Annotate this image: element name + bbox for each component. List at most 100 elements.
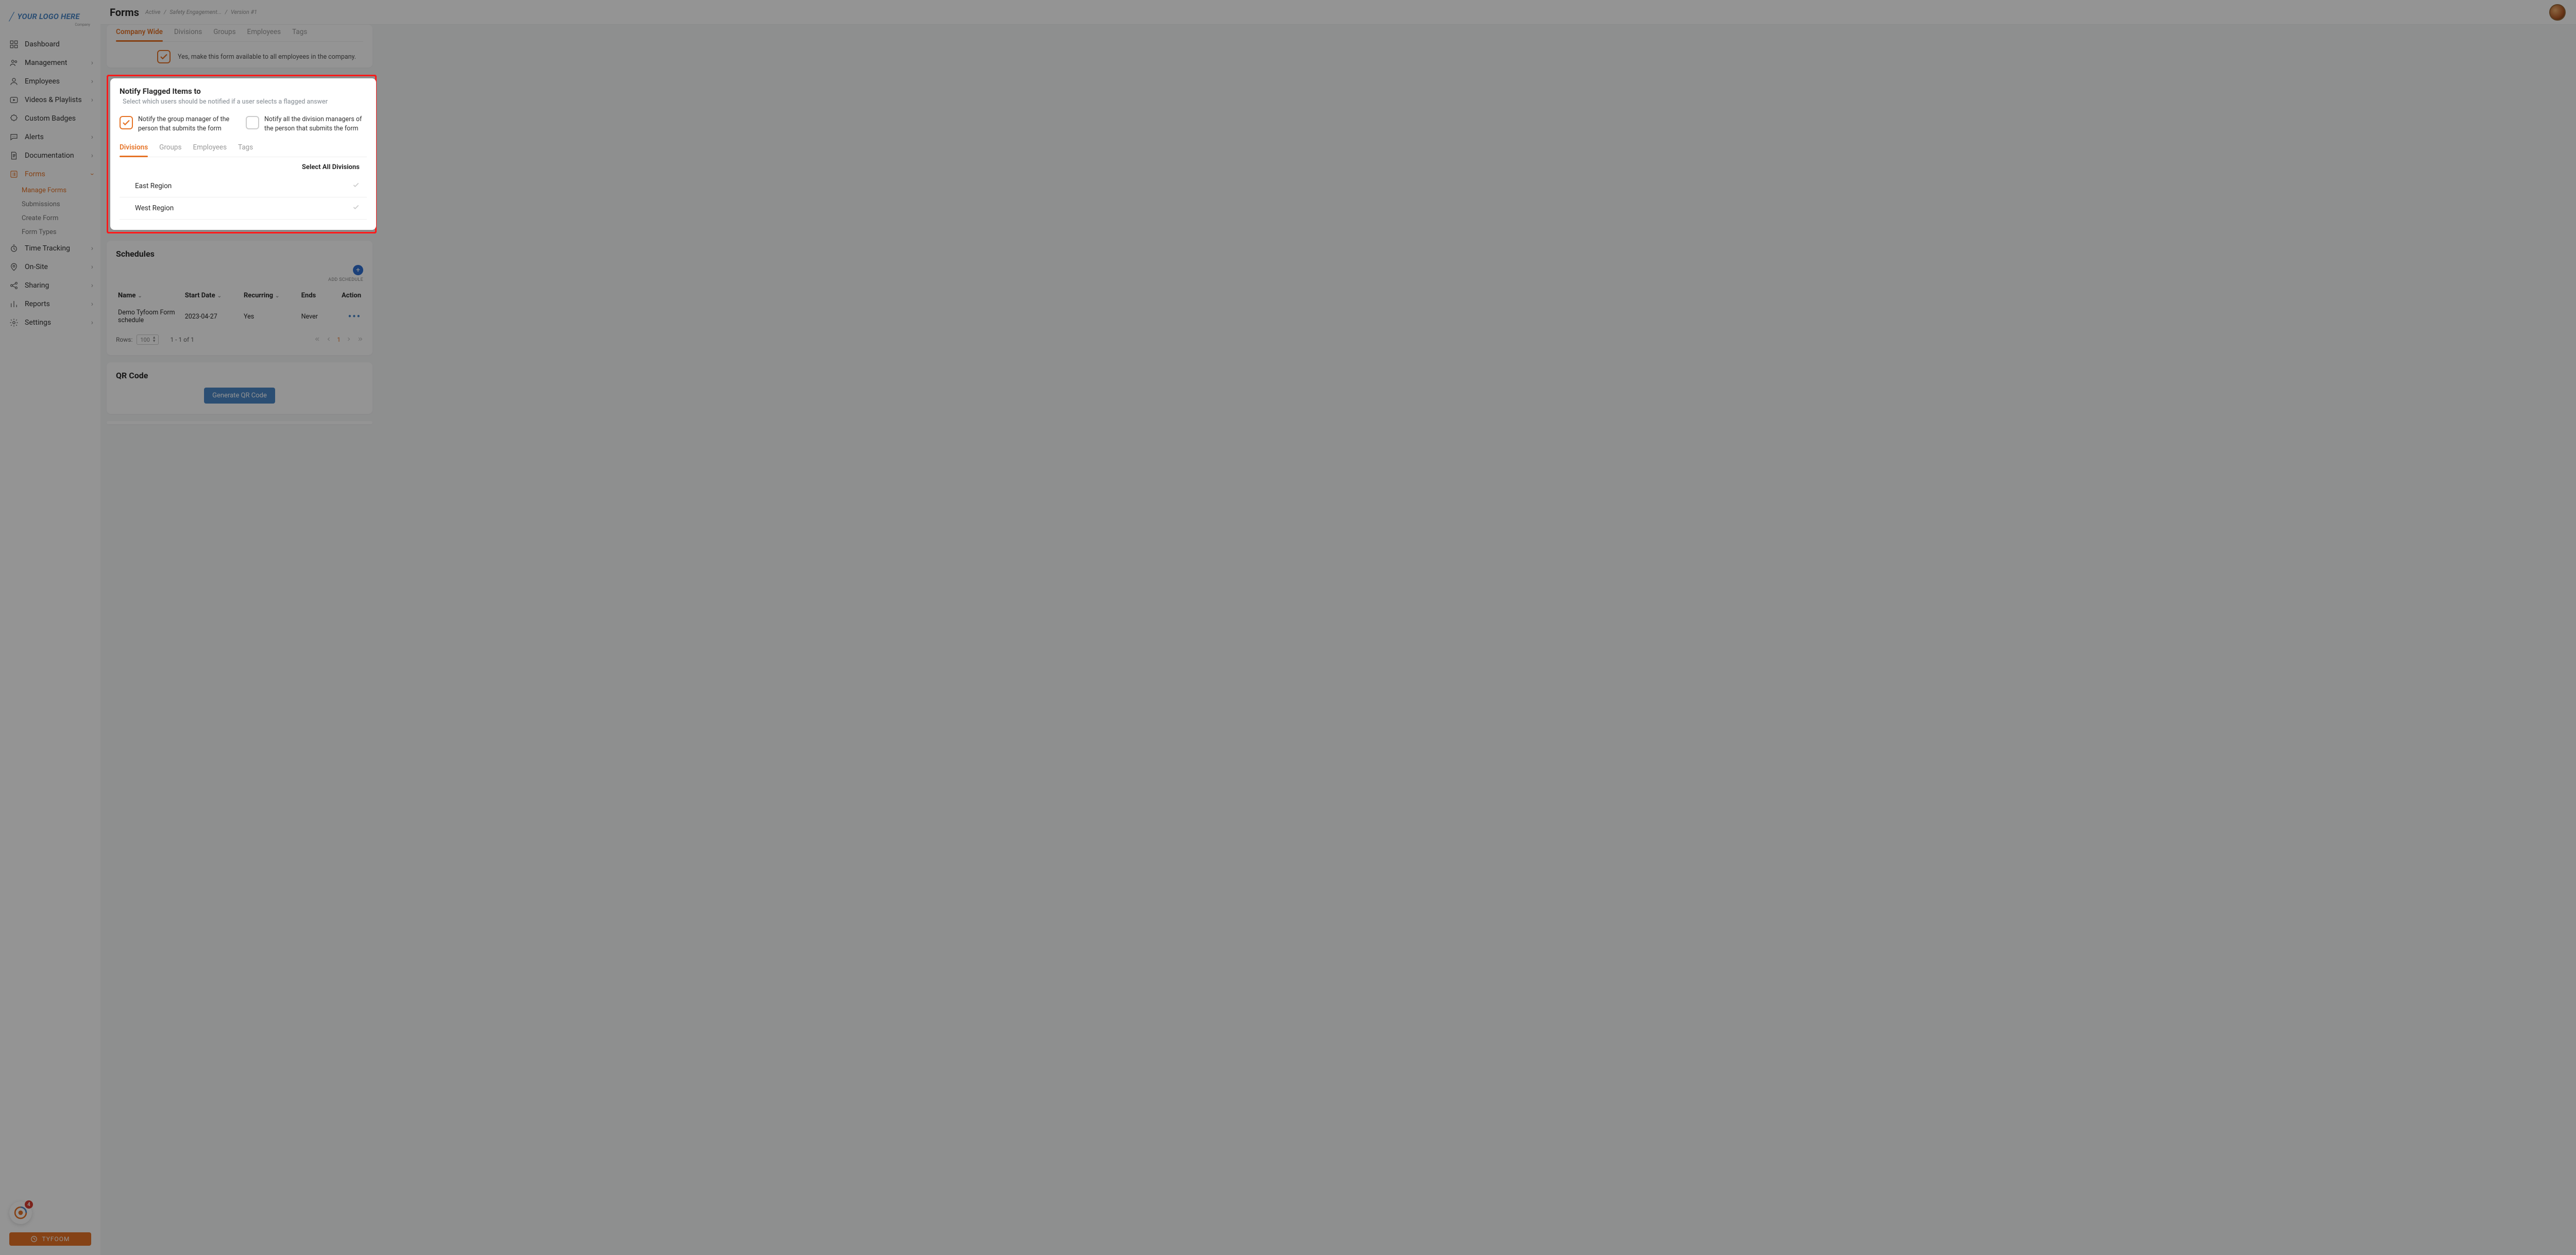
company-wide-label: Yes, make this form available to all emp… <box>178 53 356 61</box>
division-name: East Region <box>135 182 172 190</box>
availability-card: Company Wide Divisions Groups Employees … <box>107 25 372 68</box>
chevron-right-icon: › <box>91 263 93 271</box>
division-row[interactable]: East Region <box>120 175 367 197</box>
sidebar-item-label: Documentation <box>25 152 74 160</box>
chevron-right-icon: › <box>91 244 93 253</box>
sidebar-subitem-submissions[interactable]: Submissions <box>22 197 100 211</box>
chevron-right-icon: › <box>91 300 93 308</box>
sidebar-item-label: Time Tracking <box>25 244 70 253</box>
sidebar-item-label: Dashboard <box>25 40 60 48</box>
page-prev-button[interactable] <box>326 336 332 344</box>
col-ends: Ends <box>299 288 329 304</box>
sidebar-item-label: Alerts <box>25 133 44 141</box>
notify-group-manager-checkbox[interactable] <box>120 116 133 129</box>
sidebar-item-employees[interactable]: Employees › <box>0 72 100 91</box>
sidebar-item-badges[interactable]: Custom Badges <box>0 109 100 128</box>
check-icon <box>352 204 360 213</box>
sidebar-item-time-tracking[interactable]: Time Tracking › <box>0 239 100 258</box>
avatar[interactable] <box>2549 4 2566 21</box>
page-first-button[interactable] <box>314 336 320 344</box>
user-icon <box>9 77 19 86</box>
sidebar-item-label: Settings <box>25 319 51 327</box>
badge-icon <box>9 114 19 123</box>
help-bubble[interactable]: 4 <box>9 1201 32 1224</box>
forms-subnav: Manage Forms Submissions Create Form For… <box>0 183 100 239</box>
sidebar-item-label: Videos & Playlists <box>25 96 82 104</box>
qr-title: QR Code <box>116 371 363 380</box>
rows-per-page-select[interactable]: 100 ▴▾ <box>137 334 159 345</box>
sidebar-item-label: Employees <box>25 77 60 86</box>
tab-company-wide[interactable]: Company Wide <box>116 25 163 41</box>
sidebar-item-sharing[interactable]: Sharing › <box>0 276 100 295</box>
col-recurring[interactable]: Recurring⌄ <box>242 288 299 304</box>
help-badge-count: 4 <box>25 1200 33 1209</box>
sidebar-item-label: Sharing <box>25 281 49 290</box>
sidebar-item-settings[interactable]: Settings › <box>0 313 100 332</box>
logo-text: YOUR LOGO HERE <box>17 12 79 21</box>
sidebar-item-alerts[interactable]: Alerts › <box>0 128 100 146</box>
sidebar-item-reports[interactable]: Reports › <box>0 295 100 313</box>
notify-tab-tags[interactable]: Tags <box>238 140 253 157</box>
notify-tab-divisions[interactable]: Divisions <box>120 140 148 157</box>
division-row[interactable]: West Region <box>120 197 367 220</box>
notify-tabs: Divisions Groups Employees Tags <box>120 140 367 157</box>
notify-division-managers-checkbox[interactable] <box>246 116 259 129</box>
gear-icon <box>9 318 19 327</box>
availability-tabs: Company Wide Divisions Groups Employees … <box>116 25 363 42</box>
sidebar-subitem-create-form[interactable]: Create Form <box>22 211 100 225</box>
crumb-active[interactable]: Active <box>145 9 160 15</box>
notify-division-managers-label: Notify all the division managers of the … <box>264 115 367 133</box>
crumb-form-name[interactable]: Safety Engagement... <box>170 9 222 15</box>
trailing-card <box>107 421 372 424</box>
page-next-button[interactable] <box>346 336 352 344</box>
sidebar-item-management[interactable]: Management › <box>0 54 100 72</box>
sidebar-subitem-manage-forms[interactable]: Manage Forms <box>22 183 100 197</box>
generate-qr-button[interactable]: Generate QR Code <box>204 388 275 404</box>
page-current: 1 <box>337 336 341 343</box>
col-start-date[interactable]: Start Date⌄ <box>183 288 242 304</box>
chevron-down-icon: ⌄ <box>217 293 222 299</box>
notify-subtitle: Select which users should be notified if… <box>123 98 367 106</box>
notify-title: Notify Flagged Items to <box>120 87 367 96</box>
sidebar-subitem-form-types[interactable]: Form Types <box>22 225 100 239</box>
sidebar: /YOUR LOGO HERE Company Dashboard Manage… <box>0 0 100 1255</box>
sidebar-item-onsite[interactable]: On-Site › <box>0 258 100 276</box>
main-content: Company Wide Divisions Groups Employees … <box>100 25 2576 1255</box>
cell-name: Demo Tyfoom Form schedule <box>116 304 183 329</box>
tyfoom-button-label: TYFOOM <box>42 1235 70 1243</box>
tab-tags[interactable]: Tags <box>292 25 307 41</box>
sidebar-item-forms[interactable]: Forms › <box>0 165 100 183</box>
tyfoom-button[interactable]: TYFOOM <box>9 1232 91 1246</box>
highlight-frame: Notify Flagged Items to Select which use… <box>107 75 377 233</box>
bar-chart-icon <box>9 299 19 309</box>
sidebar-item-videos[interactable]: Videos & Playlists › <box>0 91 100 109</box>
company-wide-checkbox[interactable] <box>157 50 171 63</box>
document-icon <box>9 151 19 160</box>
logo: /YOUR LOGO HERE Company <box>0 5 100 34</box>
sidebar-item-label: Custom Badges <box>25 114 76 123</box>
notify-group-manager-label: Notify the group manager of the person t… <box>138 115 241 133</box>
add-schedule-label: ADD SCHEDULE <box>328 277 363 282</box>
sidebar-item-documentation[interactable]: Documentation › <box>0 146 100 165</box>
breadcrumb: Active / Safety Engagement... / Version … <box>145 9 257 15</box>
chevron-right-icon: › <box>91 77 93 86</box>
sidebar-item-dashboard[interactable]: Dashboard <box>0 35 100 54</box>
sidebar-item-label: Reports <box>25 300 50 308</box>
crumb-version[interactable]: Version #1 <box>231 9 257 15</box>
notify-tab-employees[interactable]: Employees <box>193 140 227 157</box>
tab-employees[interactable]: Employees <box>247 25 281 41</box>
division-name: West Region <box>135 204 174 212</box>
schedules-card: Schedules + ADD SCHEDULE Name⌄ Start Dat… <box>107 241 372 355</box>
logo-subtext: Company <box>9 23 91 27</box>
col-name[interactable]: Name⌄ <box>116 288 183 304</box>
row-actions-button[interactable]: ••• <box>348 311 361 322</box>
topbar: Forms Active / Safety Engagement... / Ve… <box>100 0 2576 25</box>
tab-groups[interactable]: Groups <box>213 25 235 41</box>
notify-tab-groups[interactable]: Groups <box>159 140 181 157</box>
select-all-divisions[interactable]: Select All Divisions <box>302 163 360 171</box>
cell-recurring: Yes <box>242 304 299 329</box>
add-schedule-button[interactable]: + <box>353 265 363 275</box>
location-icon <box>9 262 19 272</box>
page-last-button[interactable] <box>357 336 363 344</box>
tab-divisions[interactable]: Divisions <box>174 25 202 41</box>
